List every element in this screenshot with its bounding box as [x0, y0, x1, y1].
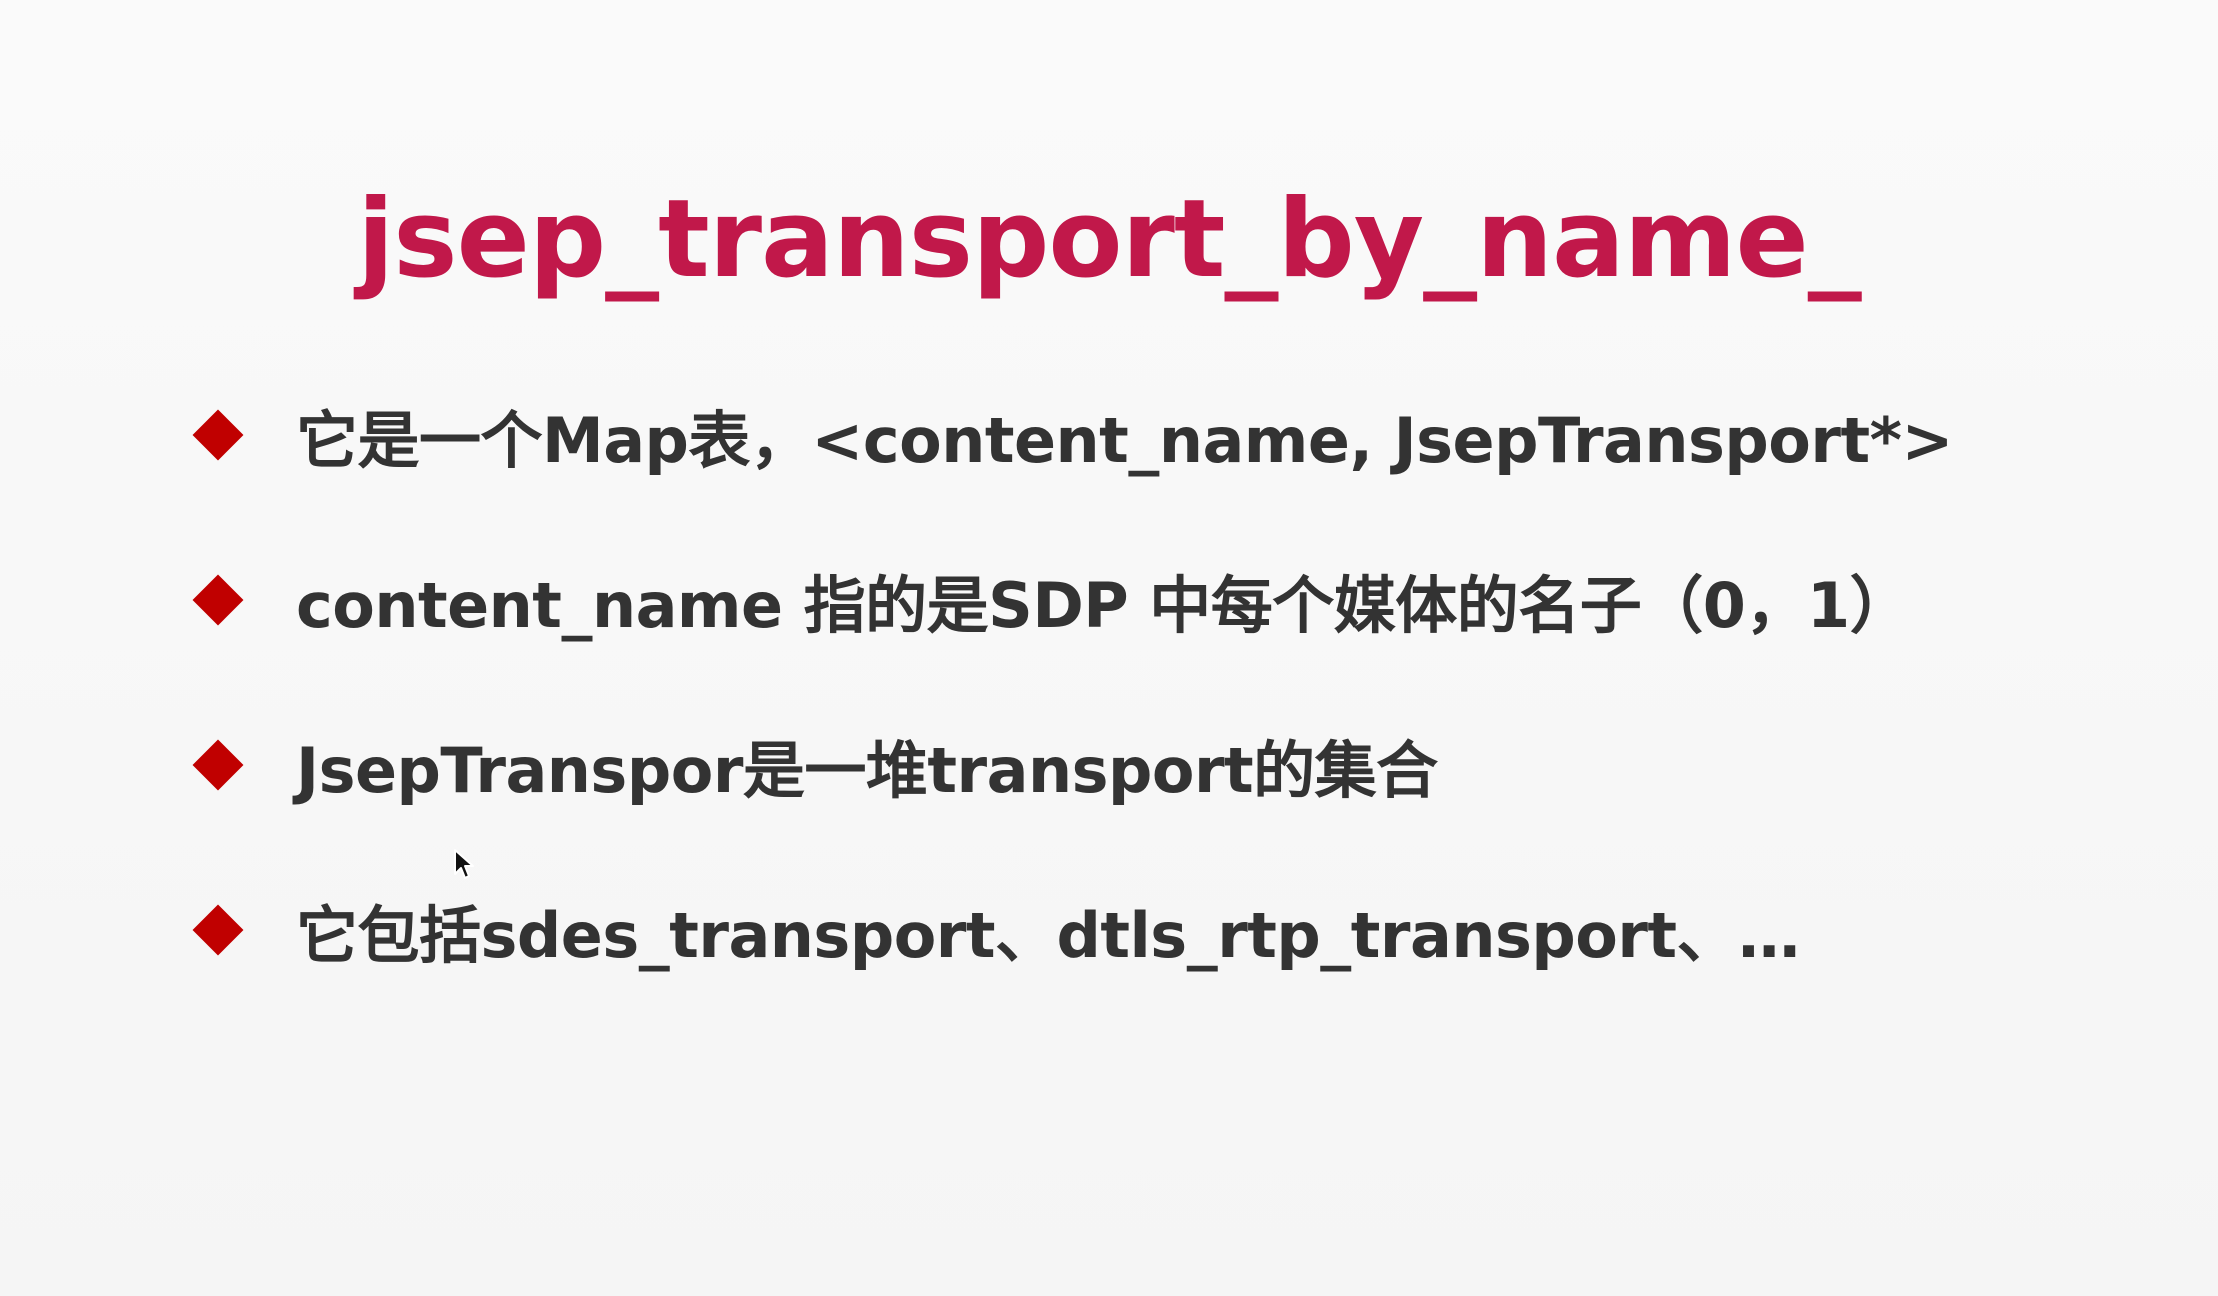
- bullet-text: 它包括sdes_transport、dtls_rtp_transport、…: [296, 899, 1800, 972]
- slide: jsep_transport_by_name_ 它是一个Map表，<conten…: [0, 0, 2218, 1296]
- diamond-icon: [192, 409, 244, 461]
- diamond-icon: [192, 574, 244, 626]
- slide-title: jsep_transport_by_name_: [357, 177, 1861, 302]
- bullet-text: content_name 指的是SDP 中每个媒体的名子（0，1）: [296, 569, 1912, 642]
- bullet-item: content_name 指的是SDP 中每个媒体的名子（0，1）: [190, 545, 1912, 655]
- bullet-text: 它是一个Map表，<content_name, JsepTransport*>: [296, 404, 1953, 477]
- diamond-icon: [192, 904, 244, 956]
- bullet-text: JsepTranspor是一堆transport的集合: [296, 734, 1438, 807]
- diamond-icon: [192, 739, 244, 791]
- bullet-item: JsepTranspor是一堆transport的集合: [190, 710, 1438, 820]
- bullet-item: 它包括sdes_transport、dtls_rtp_transport、…: [190, 875, 1800, 985]
- bullet-item: 它是一个Map表，<content_name, JsepTransport*>: [190, 380, 1953, 490]
- mouse-pointer-icon: [454, 849, 474, 879]
